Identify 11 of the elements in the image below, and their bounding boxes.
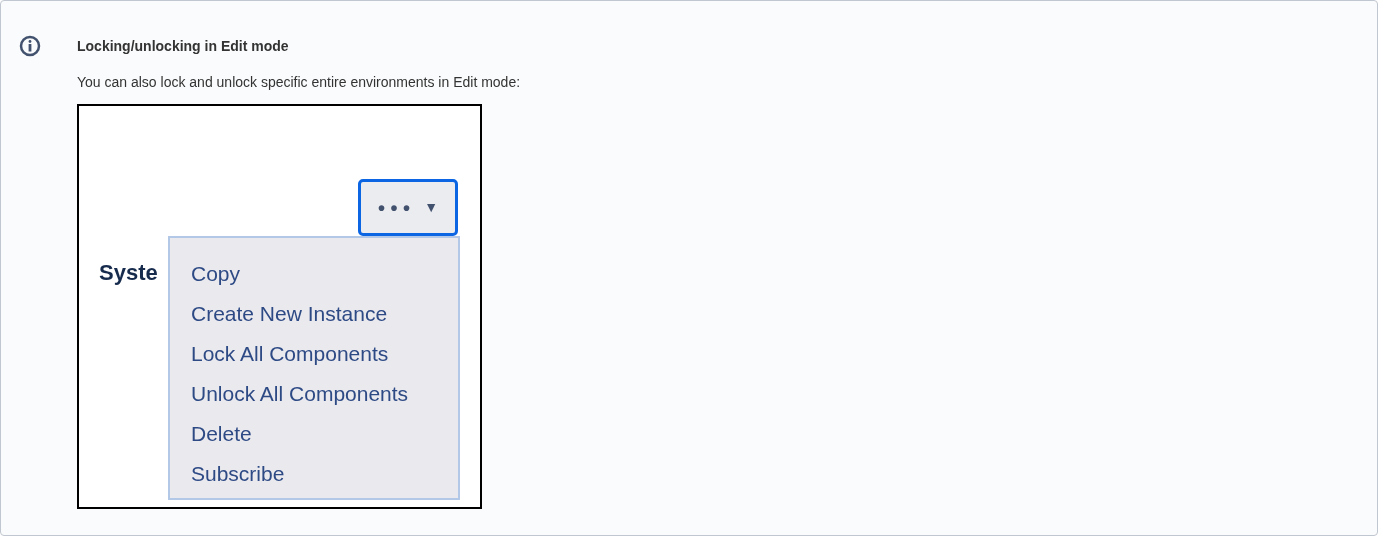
info-icon <box>19 35 41 57</box>
menu-item[interactable]: Unlock All Components <box>191 374 409 414</box>
menu-item[interactable]: Copy <box>191 254 241 294</box>
menu-item[interactable]: Create New Instance <box>191 294 388 334</box>
menu-item[interactable]: Lock All Components <box>191 334 389 374</box>
panel-text: You can also lock and unlock specific entire environments in Edit mode: <box>77 73 521 91</box>
menu-item[interactable]: Delete <box>191 414 252 454</box>
section-heading: Syste <box>99 260 158 285</box>
more-button[interactable]: • • • ▼ <box>358 179 458 236</box>
menu-item[interactable]: Subscribe <box>191 454 285 494</box>
panel-title: Locking/unlocking in Edit mode <box>77 37 290 55</box>
